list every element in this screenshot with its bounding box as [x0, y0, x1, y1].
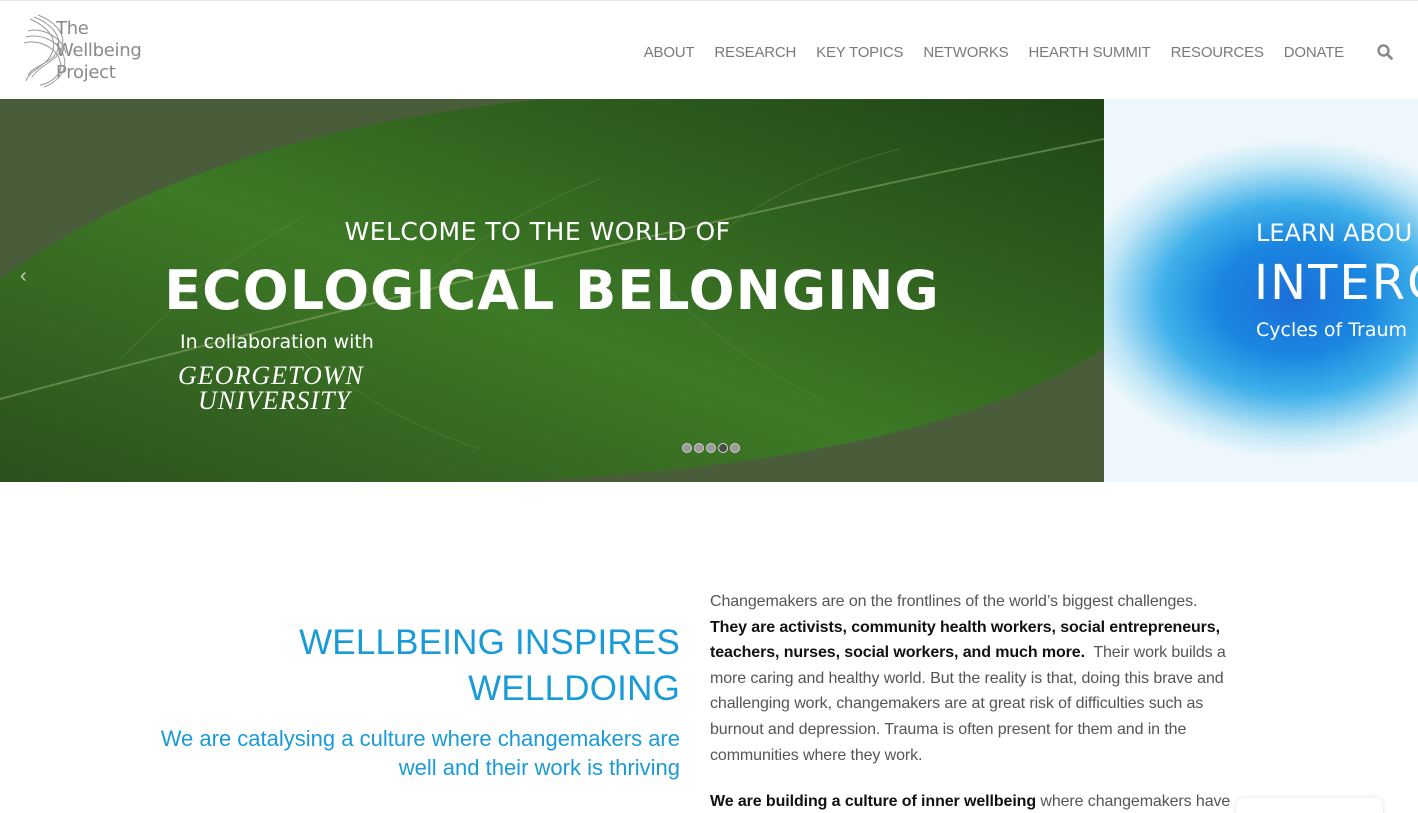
slider-dot-4[interactable]	[718, 443, 728, 453]
nav-networks[interactable]: NETWORKS	[913, 44, 1018, 61]
logo-line-3: Project	[56, 62, 116, 83]
nav-key-topics[interactable]: KEY TOPICS	[806, 44, 913, 61]
p1-intro: Changemakers are on the frontlines of th…	[710, 593, 1198, 610]
logo-line-1: The	[56, 18, 89, 39]
site-logo[interactable]: The Wellbeing Project	[20, 13, 170, 89]
site-header: The Wellbeing Project ABOUT RESEARCH KEY…	[0, 0, 1418, 99]
nav-resources[interactable]: RESOURCES	[1161, 44, 1274, 61]
partner-line-2: UNIVERSITY	[198, 386, 351, 415]
logo-line-2: Wellbeing	[56, 40, 142, 61]
main-nav: ABOUT RESEARCH KEY TOPICS NETWORKS HEART…	[634, 44, 1354, 61]
hero-slider: WELCOME TO THE WORLD OF ECOLOGICAL BELON…	[0, 99, 1418, 482]
body-paragraph-2: We are building a culture of inner wellb…	[710, 789, 1235, 813]
intro-block: WELLBEING INSPIRES WELLDOING We are cata…	[150, 620, 680, 782]
p2-emphasis: We are building a culture of inner wellb…	[710, 793, 1037, 811]
headline-line-2: WELLDOING	[468, 669, 680, 708]
headline-line-1: WELLBEING INSPIRES	[299, 623, 680, 662]
nav-research[interactable]: RESEARCH	[704, 44, 806, 61]
slide-interoception[interactable]: LEARN ABOU INTERO Cycles of Traum	[1104, 99, 1418, 482]
slider-dot-2[interactable]	[694, 443, 704, 453]
next-slide-heading-small: LEARN ABOU	[1256, 219, 1413, 247]
slider-dot-5[interactable]	[730, 443, 740, 453]
search-icon[interactable]	[1376, 43, 1394, 61]
page-subheadline: We are catalysing a culture where change…	[160, 726, 680, 780]
slide-collab-label: In collaboration with	[180, 331, 374, 353]
slide-heading-large: ECOLOGICAL BELONGING	[164, 259, 940, 322]
slider-dot-1[interactable]	[682, 443, 692, 453]
nav-donate[interactable]: DONATE	[1274, 44, 1354, 61]
chat-widget[interactable]	[1236, 798, 1383, 813]
slide-ecological-belonging[interactable]: WELCOME TO THE WORLD OF ECOLOGICAL BELON…	[0, 99, 1104, 482]
next-slide-heading-large: INTERO	[1254, 255, 1418, 311]
partner-logo-georgetown: GEORGETOWN UNIVERSITY	[178, 361, 364, 415]
slide-heading-small: WELCOME TO THE WORLD OF	[344, 217, 731, 246]
p2-rest: where changemakers have	[1040, 793, 1231, 811]
nav-hearth-summit[interactable]: HEARTH SUMMIT	[1018, 44, 1160, 61]
slider-prev-arrow-icon[interactable]: ‹	[20, 265, 36, 287]
partner-line-1: GEORGETOWN	[178, 361, 364, 390]
body-copy: Changemakers are on the frontlines of th…	[710, 589, 1235, 813]
nav-about[interactable]: ABOUT	[634, 44, 705, 61]
p1-rest: Their work builds a more caring and heal…	[710, 644, 1226, 764]
page-headline: WELLBEING INSPIRES WELLDOING	[150, 620, 680, 712]
logo-wordmark: The Wellbeing Project	[56, 18, 142, 84]
body-paragraph-1: Changemakers are on the frontlines of th…	[710, 589, 1235, 768]
next-slide-subtitle: Cycles of Traum	[1256, 319, 1408, 341]
slider-dot-3[interactable]	[706, 443, 716, 453]
slider-pagination	[682, 443, 740, 453]
